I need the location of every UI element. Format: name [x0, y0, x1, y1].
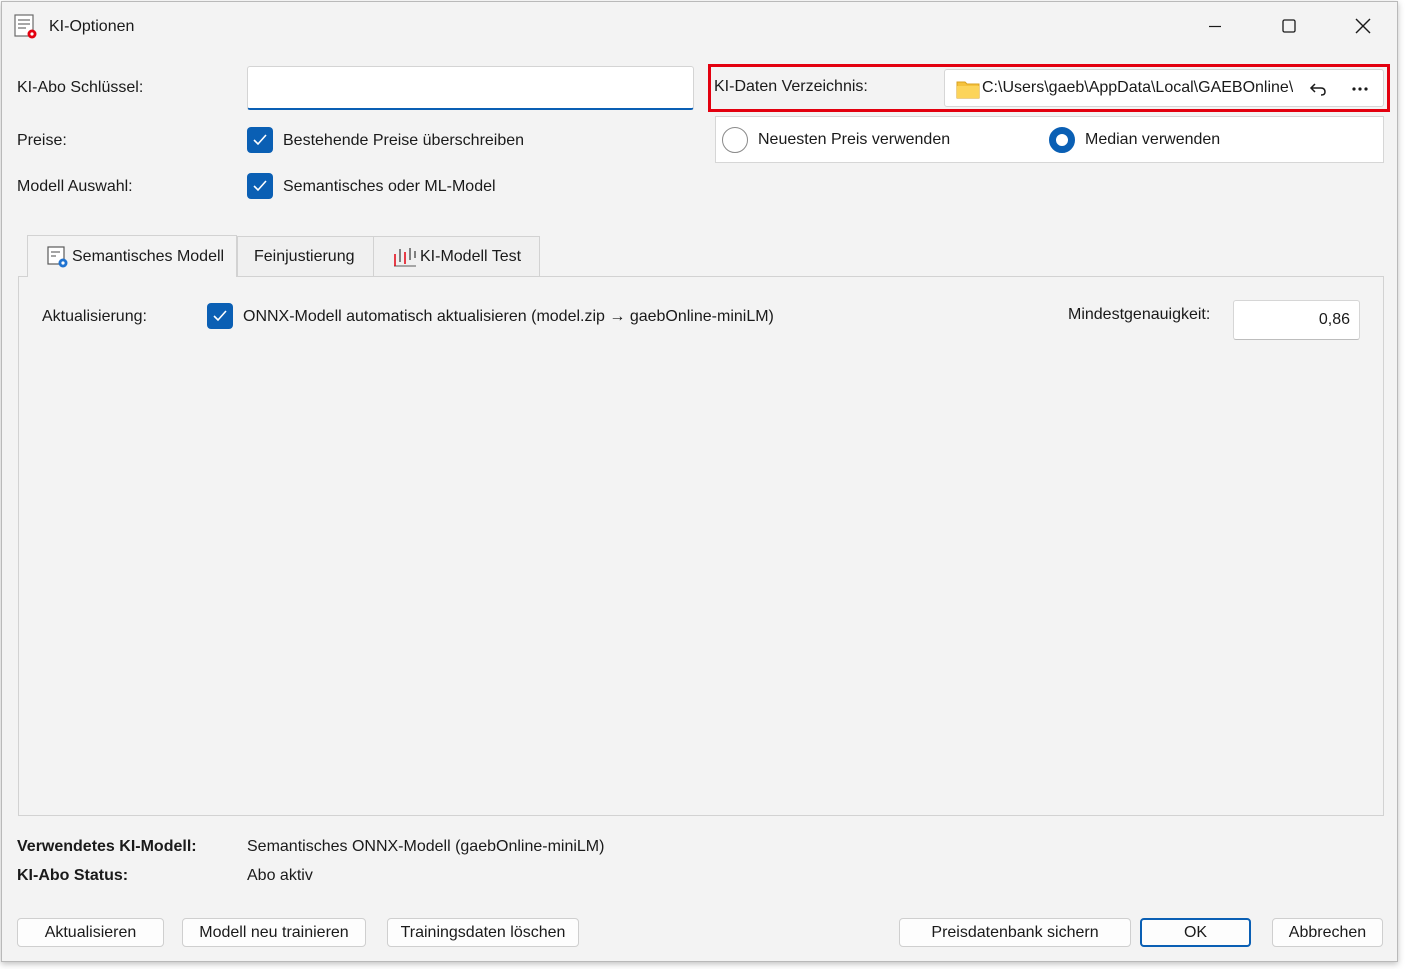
radio-latest-price[interactable]: [722, 127, 748, 153]
data-dir-path: C:\Users\gaeb\AppData\Local\GAEBOnline\I: [982, 79, 1293, 96]
price-mode-group: Neuesten Preis verwenden Median verwende…: [715, 116, 1384, 163]
overwrite-prices-checkbox[interactable]: [247, 127, 273, 153]
checkmark-icon: [253, 134, 267, 146]
min-accuracy-input[interactable]: 0,86: [1233, 300, 1360, 340]
abo-status-value: Abo aktiv: [247, 867, 313, 884]
model-select-label: Modell Auswahl:: [17, 178, 133, 195]
checkmark-icon: [253, 180, 267, 192]
reset-path-button[interactable]: [1305, 76, 1331, 102]
minimize-button[interactable]: [1185, 4, 1245, 48]
chart-test-icon: [394, 247, 416, 266]
auto-update-checkbox[interactable]: [207, 303, 233, 329]
tab-model-test-label: KI-Modell Test: [420, 247, 522, 265]
abo-status-label: KI-Abo Status:: [17, 867, 129, 884]
radio-median[interactable]: [1049, 127, 1075, 153]
folder-icon: [956, 81, 980, 99]
settings-document-icon: [14, 14, 38, 40]
tab-semantic-model-label: Semantisches Modell: [72, 247, 225, 265]
minimize-icon: [1209, 25, 1221, 28]
used-model-label: Verwendetes KI-Modell:: [17, 838, 197, 855]
auto-update-label: ONNX-Modell automatisch aktualisieren (m…: [243, 308, 774, 325]
update-label: Aktualisierung:: [42, 308, 147, 325]
tab-panel-semantic-model: Aktualisierung: ONNX-Modell automatisch …: [18, 276, 1384, 816]
prices-label: Preise:: [17, 132, 67, 149]
close-icon: [1355, 18, 1371, 34]
delete-training-data-button[interactable]: Trainingsdaten löschen: [387, 918, 579, 947]
tab-fine-tuning[interactable]: Feinjustierung: [237, 236, 374, 276]
data-dir-label: KI-Daten Verzeichnis:: [714, 78, 868, 95]
refresh-button[interactable]: Aktualisieren: [17, 918, 164, 947]
ok-button[interactable]: OK: [1140, 918, 1251, 947]
data-dir-field[interactable]: C:\Users\gaeb\AppData\Local\GAEBOnline\I: [944, 69, 1384, 107]
ki-options-window: KI-Optionen KI-Abo Schlüssel: KI-Daten V…: [1, 1, 1398, 962]
overwrite-prices-label: Bestehende Preise überschreiben: [283, 132, 525, 149]
tab-model-test[interactable]: KI-Modell Test: [373, 236, 540, 276]
browse-button[interactable]: [1347, 76, 1373, 102]
undo-arrow-icon: [1309, 83, 1326, 96]
abo-key-input[interactable]: [247, 66, 694, 110]
cancel-button[interactable]: Abbrechen: [1272, 918, 1383, 947]
semantic-model-icon: [47, 245, 68, 267]
min-accuracy-label: Mindestgenauigkeit:: [1068, 306, 1211, 323]
radio-median-label: Median verwenden: [1085, 131, 1221, 148]
retrain-model-button[interactable]: Modell neu trainieren: [182, 918, 366, 947]
more-dots-icon: [1352, 87, 1368, 91]
maximize-button[interactable]: [1259, 4, 1319, 48]
window-title: KI-Optionen: [49, 18, 135, 35]
tab-semantic-model[interactable]: Semantisches Modell: [27, 235, 237, 277]
close-button[interactable]: [1333, 4, 1393, 48]
semantic-model-checkbox[interactable]: [247, 173, 273, 199]
checkmark-icon: [213, 310, 227, 322]
maximize-icon: [1282, 19, 1296, 33]
tab-fine-tuning-label: Feinjustierung: [254, 247, 355, 265]
abo-key-label: KI-Abo Schlüssel:: [17, 79, 144, 96]
backup-price-db-button[interactable]: Preisdatenbank sichern: [899, 918, 1131, 947]
radio-latest-price-label: Neuesten Preis verwenden: [758, 131, 951, 148]
used-model-value: Semantisches ONNX-Modell (gaebOnline-min…: [247, 838, 605, 855]
semantic-model-label: Semantisches oder ML-Model: [283, 178, 496, 195]
